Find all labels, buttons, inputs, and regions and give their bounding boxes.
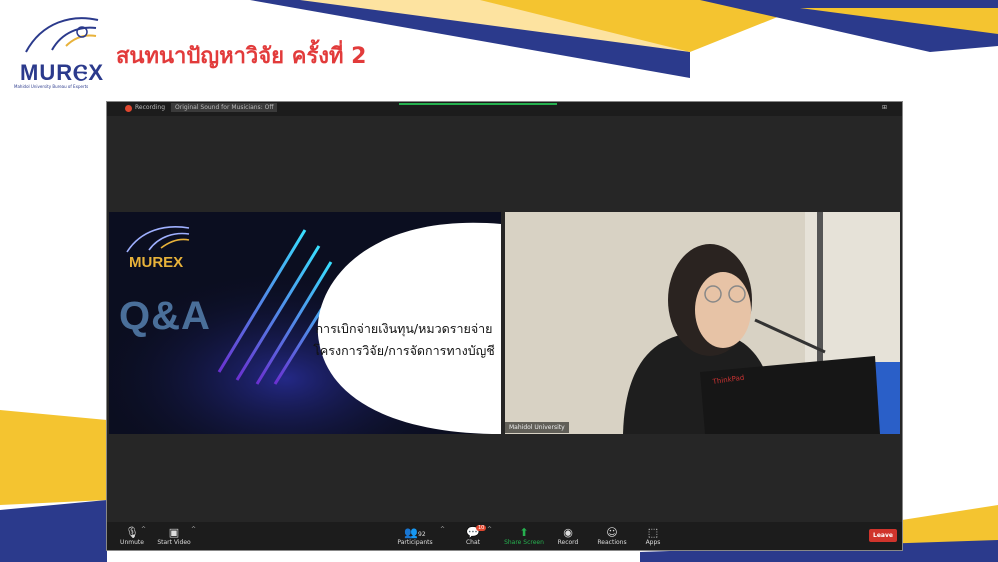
slide-murex-logo: MUREX bbox=[123, 222, 193, 282]
slide-topic-line-1: การเบิกจ่ายเงินทุน/หมวดรายจ่าย bbox=[315, 321, 493, 336]
apps-button[interactable]: ⬚ Apps bbox=[628, 526, 678, 547]
participants-icon: 👥92 bbox=[404, 526, 426, 539]
recording-label: Recording bbox=[135, 104, 166, 111]
chat-label: Chat bbox=[465, 539, 481, 546]
record-button[interactable]: ◉ Record bbox=[543, 526, 593, 547]
shared-slide-pane: MUREX Q&A การเบิกจ่ายเงินทุน/หมวดรายจ่าย… bbox=[109, 212, 501, 434]
zoom-window: Recording Original Sound for Musicians: … bbox=[107, 102, 902, 550]
logo-subtitle: Mahidol University Bureau of Experts bbox=[14, 84, 89, 89]
active-speaker-indicator bbox=[399, 103, 557, 105]
slide-wave-logo-icon bbox=[126, 226, 190, 253]
participants-count: 92 bbox=[418, 531, 426, 538]
participant-video-pane[interactable]: ThinkPad Mahidol University bbox=[505, 212, 900, 434]
apps-label: Apps bbox=[645, 539, 661, 546]
leave-button[interactable]: Leave bbox=[869, 529, 897, 542]
video-options-caret-icon[interactable]: ^ bbox=[191, 526, 196, 533]
participant-name-tag: Mahidol University bbox=[505, 422, 569, 433]
slide-qa-heading: Q&A bbox=[119, 294, 211, 338]
participants-button[interactable]: 👥92 Participants bbox=[390, 526, 440, 547]
zoom-toolbar: 🎙 Unmute ^ ▣ Start Video ^ 👥92 Participa… bbox=[107, 522, 902, 550]
slide-logo-text: MUREX bbox=[129, 254, 184, 271]
apps-icon: ⬚ bbox=[647, 526, 659, 539]
murex-logo: MURⲈX Mahidol University Bureau of Exper… bbox=[8, 8, 108, 90]
participants-label: Participants bbox=[397, 539, 433, 546]
chat-badge: 10 bbox=[476, 525, 487, 531]
logo-text: MURⲈX bbox=[20, 60, 105, 85]
wave-logo-icon bbox=[25, 17, 99, 53]
slide-topic: การเบิกจ่ายเงินทุน/หมวดรายจ่าย โครงการวิ… bbox=[309, 318, 499, 362]
zoom-top-bar: Recording Original Sound for Musicians: … bbox=[107, 102, 902, 116]
share-screen-button[interactable]: ⬆ Share Screen bbox=[499, 526, 549, 547]
page-title: สนทนาปัญหาวิจัย ครั้งที่ 2 bbox=[116, 44, 367, 69]
share-screen-label: Share Screen bbox=[504, 539, 544, 546]
record-label: Record bbox=[557, 539, 579, 546]
share-screen-icon: ⬆ bbox=[519, 526, 529, 539]
slide-topic-line-2: โครงการวิจัย/การจัดการทางบัญชี bbox=[313, 343, 495, 358]
audio-options-caret-icon[interactable]: ^ bbox=[141, 526, 146, 533]
original-sound-button[interactable]: Original Sound for Musicians: Off bbox=[171, 103, 278, 112]
record-icon: ◉ bbox=[563, 526, 573, 539]
participants-caret-icon[interactable]: ^ bbox=[440, 526, 445, 533]
chat-caret-icon[interactable]: ^ bbox=[487, 526, 492, 533]
view-options-icon[interactable]: ⊞ bbox=[882, 104, 887, 111]
start-video-label: Start Video bbox=[157, 539, 191, 546]
speaker-video: ThinkPad bbox=[505, 212, 900, 434]
recording-icon bbox=[125, 105, 132, 112]
